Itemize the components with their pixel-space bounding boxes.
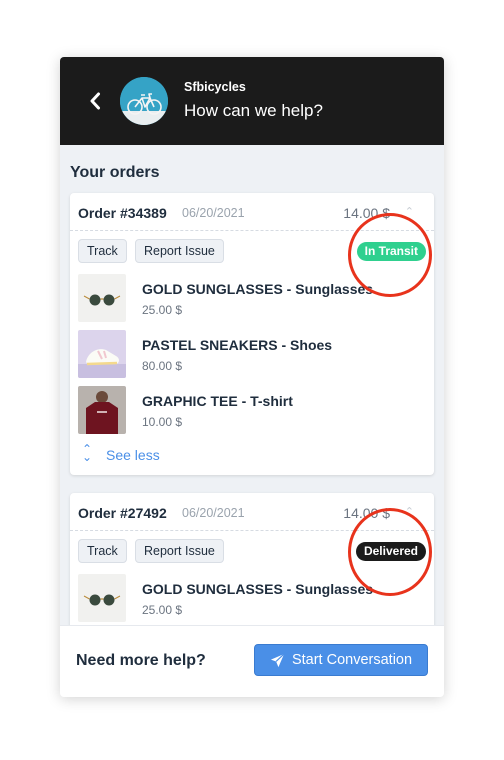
see-less-label: See less <box>106 447 160 463</box>
order-date: 06/20/2021 <box>182 506 245 520</box>
item-name: PASTEL SNEAKERS - Shoes <box>142 337 333 353</box>
item-name: GOLD SUNGLASSES - Sunglasses <box>142 281 374 297</box>
list-item[interactable]: GOLD SUNGLASSES - Sunglasses 25.00 $ <box>70 571 434 625</box>
list-item[interactable]: GOLD SUNGLASSES - Sunglasses 25.00 $ <box>70 271 434 327</box>
order-id: Order #34389 <box>78 205 167 221</box>
sneakers-image <box>78 330 126 378</box>
back-button[interactable] <box>82 88 108 114</box>
sunglasses-image <box>78 274 126 322</box>
order-actions: Track Report Issue In Transit <box>70 231 434 271</box>
brand-avatar <box>120 77 168 125</box>
see-less-link[interactable]: ⌃ ⌄ See less <box>70 439 434 475</box>
brand-name: Sfbicycles <box>184 80 246 94</box>
support-widget: Sfbicycles How can we help? Your orders … <box>60 57 444 697</box>
item-price: 25.00 $ <box>142 603 183 617</box>
chevron-up-icon[interactable]: ⌃ <box>405 205 414 218</box>
list-item[interactable]: PASTEL SNEAKERS - Shoes 80.00 $ <box>70 327 434 383</box>
item-price: 25.00 $ <box>142 303 183 317</box>
order-total: 14.00 $ <box>343 505 390 521</box>
chevron-up-icon[interactable]: ⌃ <box>405 505 414 518</box>
order-actions: Track Report Issue Delivered <box>70 531 434 571</box>
report-issue-button[interactable]: Report Issue <box>135 239 224 263</box>
order-id: Order #27492 <box>78 505 167 521</box>
item-name: GRAPHIC TEE - T-shirt <box>142 393 293 409</box>
start-conversation-label: Start Conversation <box>291 652 413 668</box>
order-total: 14.00 $ <box>343 205 390 221</box>
send-icon <box>270 653 285 667</box>
section-title: Your orders <box>70 164 160 181</box>
item-name: GOLD SUNGLASSES - Sunglasses <box>142 581 374 597</box>
chevron-left-icon <box>90 92 100 110</box>
order-header[interactable]: Order #34389 06/20/2021 14.00 $ ⌃ <box>70 193 434 231</box>
help-text: Need more help? <box>76 652 206 669</box>
item-price: 80.00 $ <box>142 359 183 373</box>
track-button[interactable]: Track <box>78 239 127 263</box>
status-badge: Delivered <box>355 542 426 561</box>
widget-header: Sfbicycles How can we help? <box>60 57 444 145</box>
orders-panel: Your orders Order #34389 06/20/2021 14.0… <box>60 145 444 625</box>
greeting-text: How can we help? <box>184 101 323 120</box>
list-item[interactable]: GRAPHIC TEE - T-shirt 10.00 $ <box>70 383 434 439</box>
track-button[interactable]: Track <box>78 539 127 563</box>
order-card: Order #27492 06/20/2021 14.00 $ ⌃ Track … <box>70 493 434 625</box>
status-badge: In Transit <box>356 242 426 261</box>
order-date: 06/20/2021 <box>182 206 245 220</box>
sunglasses-image <box>78 574 126 622</box>
double-chevron-up-icon: ⌃ ⌄ <box>82 442 93 464</box>
tshirt-image <box>78 386 126 434</box>
widget-footer: Need more help? Start Conversation <box>60 625 444 697</box>
item-price: 10.00 $ <box>142 415 183 429</box>
bicycle-icon <box>120 77 168 125</box>
order-header[interactable]: Order #27492 06/20/2021 14.00 $ ⌃ <box>70 493 434 531</box>
order-card: Order #34389 06/20/2021 14.00 $ ⌃ Track … <box>70 193 434 475</box>
start-conversation-button[interactable]: Start Conversation <box>254 644 428 676</box>
report-issue-button[interactable]: Report Issue <box>135 539 224 563</box>
